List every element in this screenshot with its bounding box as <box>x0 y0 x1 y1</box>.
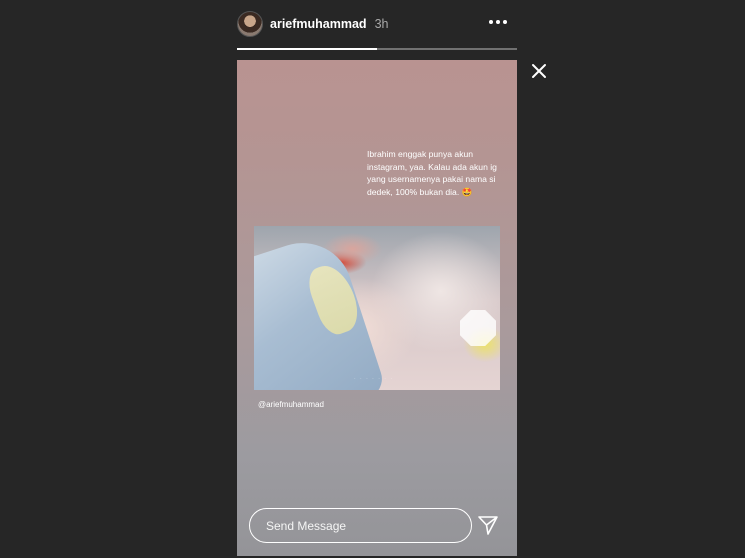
username[interactable]: ariefmuhammad <box>270 17 367 31</box>
story-card[interactable]: Ibrahim enggak punya akun instagram, yaa… <box>237 60 517 556</box>
more-dot <box>489 20 493 24</box>
story-viewer: ariefmuhammad 3h Ibrahim enggak punya ak… <box>0 0 745 558</box>
send-message-input[interactable] <box>249 508 472 543</box>
avatar[interactable] <box>237 11 263 37</box>
story-caption: Ibrahim enggak punya akun instagram, yaa… <box>367 149 497 197</box>
story-progress-bar <box>237 48 517 50</box>
more-dot <box>503 20 507 24</box>
photo-watermark: · · · · · · · <box>354 376 394 382</box>
progress-fill <box>237 48 377 50</box>
more-dot <box>496 20 500 24</box>
photo-flare <box>460 310 496 346</box>
send-icon[interactable] <box>476 513 500 537</box>
close-icon[interactable] <box>528 60 550 82</box>
more-options-icon[interactable] <box>487 18 509 26</box>
mention-sticker[interactable]: @ariefmuhammad <box>258 400 324 409</box>
post-time: 3h <box>374 17 389 31</box>
story-header: ariefmuhammad 3h <box>237 10 517 38</box>
story-photo: · · · · · · · <box>254 226 500 390</box>
